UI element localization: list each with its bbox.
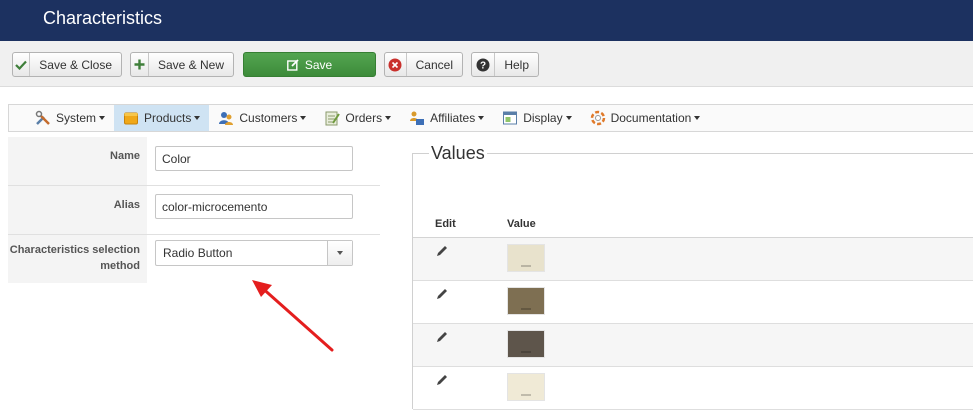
edit-square-icon [286,53,299,76]
table-row [413,281,973,324]
check-icon [13,53,31,76]
toolbar: Save & Close Save & New Save Cancel ? He… [0,41,973,87]
dropdown-toggle[interactable] [327,241,352,265]
alias-input[interactable] [155,194,353,219]
value-swatch [507,287,545,315]
component-menubar: System Products Customers Orders Affilia… [8,104,973,132]
question-circle-icon: ? [472,53,496,76]
value-swatch [507,330,545,358]
table-row [413,324,973,367]
orders-icon [324,110,341,126]
menu-item-system[interactable]: System [26,105,114,131]
page-header: Characteristics [0,0,973,41]
name-label: Name [8,137,147,185]
annotation-arrow [252,280,334,352]
svg-text:?: ? [480,60,486,71]
selection-method-value: Radio Button [163,246,233,260]
column-header-edit: Edit [435,218,456,230]
save-button[interactable]: Save [243,52,376,77]
values-table-header: Edit Value [413,210,973,238]
pencil-icon[interactable] [435,373,449,387]
chevron-down-icon [337,251,343,255]
menu-item-orders[interactable]: Orders [315,105,400,131]
selection-method-select[interactable]: Radio Button [155,240,353,266]
chevron-down-icon [478,116,485,120]
documentation-icon [590,110,606,126]
menu-item-documentation[interactable]: Documentation [581,105,710,131]
affiliates-icon [409,110,425,126]
pencil-icon[interactable] [435,330,449,344]
plus-icon [131,53,149,76]
menu-label-documentation: Documentation [610,111,692,125]
column-header-value: Value [507,218,536,230]
name-input[interactable] [155,146,353,171]
menu-item-display[interactable]: Display [493,105,580,131]
table-row [413,367,973,410]
menu-item-customers[interactable]: Customers [209,105,315,131]
pencil-icon[interactable] [435,244,449,258]
menu-item-affiliates[interactable]: Affiliates [400,105,493,131]
save-new-button[interactable]: Save & New [130,52,234,77]
menu-label-display: Display [523,111,563,125]
table-row [413,238,973,281]
products-icon [123,110,139,126]
chevron-down-icon [694,116,701,120]
value-swatch [507,244,545,272]
save-label: Save [304,57,333,72]
save-new-label: Save & New [157,57,224,72]
page-title: Characteristics [43,8,163,28]
cancel-circle-icon [385,53,407,76]
menu-item-products[interactable]: Products [114,105,210,131]
help-label: Help [504,57,529,72]
menu-label-system: System [56,111,97,125]
menu-label-customers: Customers [239,111,298,125]
form-row-alias: Alias [8,186,380,235]
save-close-button[interactable]: Save & Close [12,52,122,77]
menu-label-orders: Orders [345,111,383,125]
save-close-label: Save & Close [39,57,112,72]
menu-label-products: Products [144,111,192,125]
values-legend: Values [429,143,487,164]
chevron-down-icon [565,116,572,120]
values-panel: Values Edit Value [412,143,973,410]
alias-label: Alias [8,186,147,234]
selection-method-label: Characteristics selection method [8,235,147,283]
tools-icon [35,110,51,126]
help-button[interactable]: ? Help [471,52,539,77]
chevron-down-icon [194,116,201,120]
chevron-down-icon [385,116,392,120]
chevron-down-icon [300,116,307,120]
chevron-down-icon [99,116,106,120]
customers-icon [218,110,234,126]
characteristic-form: Name Alias Characteristics selection met… [8,137,380,283]
display-icon [502,110,518,126]
menu-label-affiliates: Affiliates [430,111,476,125]
form-row-name: Name [8,137,380,186]
value-swatch [507,373,545,401]
pencil-icon[interactable] [435,287,449,301]
cancel-label: Cancel [415,57,453,72]
cancel-button[interactable]: Cancel [384,52,463,77]
